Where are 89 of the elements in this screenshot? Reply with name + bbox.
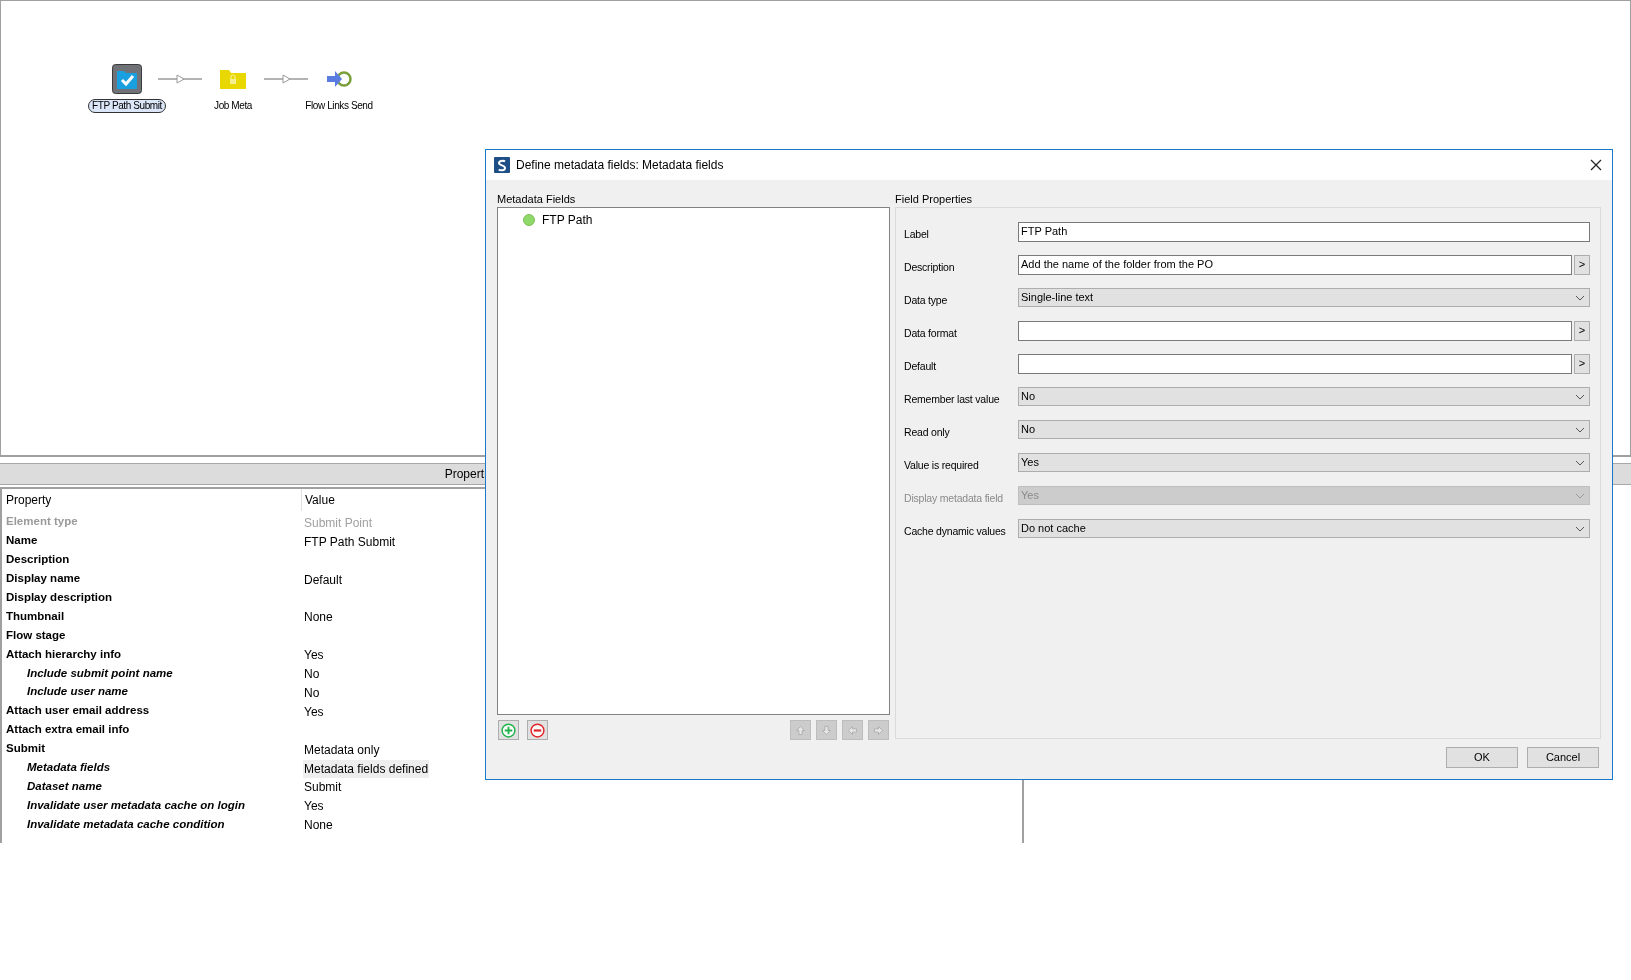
plus-circle-icon <box>501 722 516 738</box>
property-name: Invalidate user metadata cache on login <box>27 798 245 811</box>
property-name: Display description <box>6 591 113 603</box>
text-field[interactable]: Add the name of the folder from the PO <box>1018 254 1572 275</box>
arrow-icon <box>820 723 833 737</box>
chevron-down-icon <box>1575 294 1585 301</box>
column-header[interactable]: Value <box>302 491 335 509</box>
field-list[interactable]: FTP Path <box>497 207 890 715</box>
move-button[interactable] <box>816 720 837 740</box>
section-heading: Field Properties <box>895 192 974 207</box>
submit-checkbox-icon <box>112 64 142 94</box>
property-value[interactable]: Metadata fields defined <box>303 759 430 778</box>
connector-arrow <box>264 74 308 84</box>
property-value[interactable]: FTP Path Submit <box>304 532 396 551</box>
folder-lock-icon <box>219 68 247 90</box>
property-name: Include user name <box>27 685 128 698</box>
chevron-down-icon <box>1575 459 1585 466</box>
browse-button[interactable]: > <box>1574 320 1590 341</box>
chevron-down-icon <box>1575 426 1585 433</box>
property-name: Dataset name <box>27 779 102 792</box>
browse-button[interactable]: > <box>1574 254 1590 275</box>
dropdown-field[interactable]: No <box>1018 420 1590 439</box>
chevron-down-icon <box>1575 525 1585 532</box>
property-name: Metadata fields <box>27 761 111 774</box>
field-label: Data type <box>904 294 948 306</box>
property-value[interactable]: Yes <box>304 702 324 721</box>
dialog-title: Define metadata fields: Metadata fields <box>516 157 725 174</box>
flow-node-label[interactable]: Flow Links Send <box>301 99 377 113</box>
property-name: Thumbnail <box>6 609 65 622</box>
text-field[interactable] <box>1018 320 1572 341</box>
dropdown-field[interactable]: Do not cache <box>1018 519 1590 538</box>
arrow-loop-icon <box>326 69 352 89</box>
field-label: Read only <box>904 426 950 438</box>
property-value[interactable]: Default <box>304 570 343 589</box>
browse-button[interactable]: > <box>1574 353 1590 374</box>
app-logo-icon <box>494 157 510 173</box>
section-heading: Metadata Fields <box>497 192 577 207</box>
remove-button[interactable] <box>527 720 548 740</box>
field-label: Display metadata field <box>904 492 1003 504</box>
connector-arrow <box>158 74 202 84</box>
property-value[interactable]: No <box>304 665 320 684</box>
property-name: Name <box>6 534 38 547</box>
property-value[interactable]: Metadata only <box>304 740 380 759</box>
property-name: Element type <box>6 515 78 528</box>
property-name: Flow stage <box>6 628 66 641</box>
property-value[interactable]: Yes <box>304 646 324 665</box>
property-value[interactable]: None <box>304 608 333 627</box>
panel-title: Propert <box>444 466 485 483</box>
arrow-icon <box>846 723 859 737</box>
field-list-item[interactable]: FTP Path <box>542 210 593 229</box>
dropdown-field[interactable]: Single-line text <box>1018 288 1590 307</box>
property-value[interactable]: Yes <box>304 797 324 816</box>
property-name: Invalidate metadata cache condition <box>27 817 225 830</box>
close-icon[interactable] <box>1590 159 1602 171</box>
dialog-button[interactable]: OK <box>1446 747 1518 768</box>
arrow-icon <box>794 723 807 737</box>
property-value[interactable]: Submit <box>304 778 342 797</box>
chevron-down-icon <box>1575 393 1585 400</box>
move-button[interactable] <box>842 720 863 740</box>
flow-node-label[interactable]: FTP Path Submit <box>88 99 166 113</box>
property-name: Attach extra email info <box>6 723 130 736</box>
dialog-button[interactable]: Cancel <box>1527 747 1599 768</box>
column-header[interactable]: Property <box>2 489 302 511</box>
field-label: Description <box>904 261 955 273</box>
field-label: Default <box>904 360 936 372</box>
text-field[interactable]: FTP Path <box>1018 221 1590 242</box>
field-label: Cache dynamic values <box>904 525 1006 537</box>
field-label: Remember last value <box>904 393 1000 405</box>
property-value[interactable]: No <box>304 683 320 702</box>
property-name: Submit <box>6 742 45 755</box>
chevron-down-icon <box>1575 492 1585 499</box>
minus-circle-icon <box>530 722 545 738</box>
field-label: Value is required <box>904 459 979 471</box>
dropdown-field[interactable]: No <box>1018 387 1590 406</box>
field-label: Data format <box>904 327 957 339</box>
property-name: Display name <box>6 572 81 585</box>
move-button[interactable] <box>868 720 889 740</box>
flow-node-label[interactable]: Job Meta <box>210 99 256 113</box>
property-value[interactable]: None <box>304 816 333 835</box>
property-name: Attach user email address <box>6 704 150 717</box>
move-button[interactable] <box>790 720 811 740</box>
dropdown-field[interactable]: Yes <box>1018 453 1590 472</box>
property-name: Description <box>6 553 70 566</box>
arrow-icon <box>872 723 885 737</box>
property-name: Include submit point name <box>27 666 173 679</box>
field-label: Label <box>904 228 929 240</box>
property-name: Attach hierarchy info <box>6 647 122 660</box>
text-field[interactable] <box>1018 353 1572 374</box>
add-button[interactable] <box>498 720 519 740</box>
